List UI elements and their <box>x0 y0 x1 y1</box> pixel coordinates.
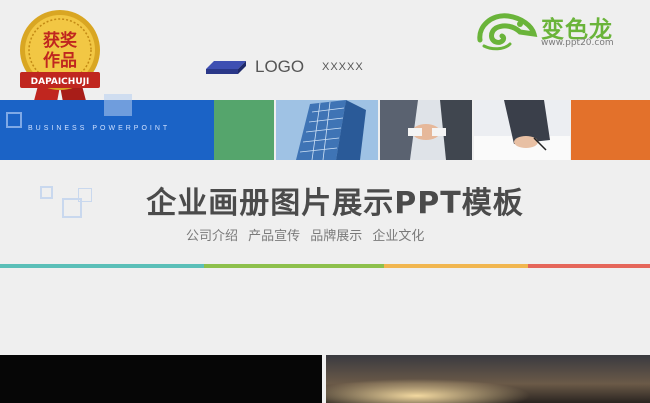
divider-red <box>528 264 650 268</box>
green-panel <box>214 100 274 160</box>
badge-line2: 作品 <box>43 50 77 71</box>
brand-url: www.ppt20.com <box>541 38 614 48</box>
signing-photo <box>474 100 570 160</box>
logo-mark-icon <box>206 61 246 74</box>
badge-line1: 获奖 <box>43 30 78 51</box>
deco-square <box>104 94 132 116</box>
page-title: 企业画册图片展示PPT模板 <box>146 186 524 221</box>
page-subtitle: 公司介绍 产品宣传 品牌展示 企业文化 <box>186 229 425 244</box>
slide-thumbnail-dark[interactable] <box>0 355 322 403</box>
divider-lime <box>204 264 384 268</box>
tagline: BUSINESS POWERPOINT <box>28 125 171 132</box>
divider-yellow <box>384 264 528 268</box>
logo-subtext: XXXXX <box>322 61 364 73</box>
orange-panel <box>571 100 650 160</box>
badge-ribbon-text: DAPAICHUJI <box>31 77 90 87</box>
logo-text: LOGO <box>255 57 305 76</box>
chameleon-icon <box>477 13 538 51</box>
building-photo <box>276 100 378 160</box>
deco-square <box>6 112 22 128</box>
handshake-photo <box>380 100 472 160</box>
slide-thumbnail-sky[interactable] <box>326 355 650 403</box>
divider-teal <box>0 264 204 268</box>
